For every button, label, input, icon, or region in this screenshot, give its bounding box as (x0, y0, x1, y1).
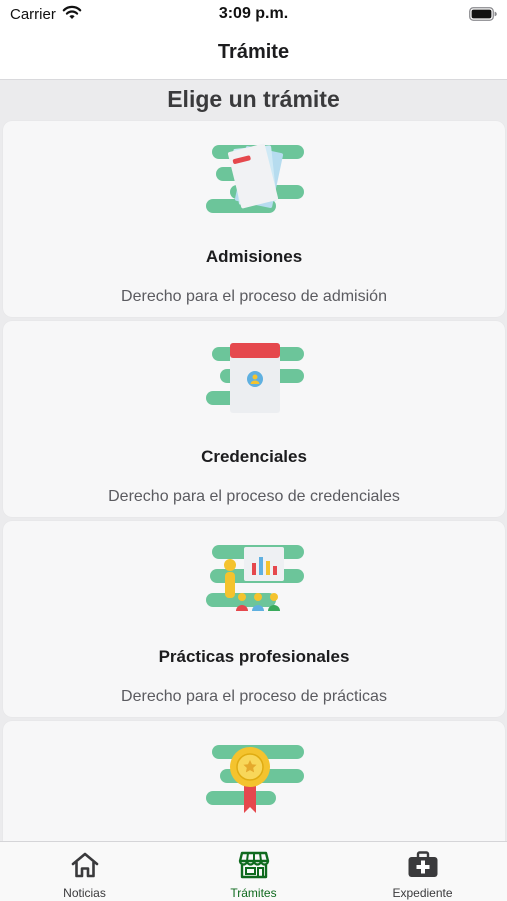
card-admisiones[interactable]: Admisiones Derecho para el proceso de ad… (3, 121, 505, 317)
tab-bar: Noticias Trámites Expediente (0, 841, 507, 901)
tab-label: Trámites (230, 886, 277, 900)
presentation-icon (200, 541, 304, 617)
card-description: Derecho para el proceso de credenciales (108, 488, 400, 505)
navigation-bar: Trámite (0, 30, 507, 80)
medical-briefcase-icon (407, 851, 439, 884)
status-bar: Carrier 3:09 p.m. (0, 0, 507, 30)
battery-icon (469, 7, 497, 26)
tramites-list[interactable]: Elige un trámite Admisiones Derecho para… (0, 80, 507, 841)
card-credenciales[interactable]: Credenciales Derecho para el proceso de … (3, 321, 505, 517)
tab-label: Noticias (63, 886, 106, 900)
award-ribbon-icon (200, 741, 304, 817)
card-title: Credenciales (201, 447, 307, 466)
card-description: Derecho para el proceso de admisión (121, 288, 387, 305)
documents-icon (200, 141, 304, 217)
id-card-icon (200, 341, 304, 417)
tab-label: Expediente (392, 886, 453, 900)
card-title: Admisiones (205, 247, 303, 266)
tab-expediente[interactable]: Expediente (338, 842, 507, 901)
tab-tramites[interactable]: Trámites (169, 842, 338, 901)
card-award[interactable] (3, 721, 505, 841)
card-title: Prácticas profesionales (158, 647, 350, 666)
tab-noticias[interactable]: Noticias (0, 842, 169, 901)
store-icon (238, 851, 270, 884)
section-title: Elige un trámite (167, 86, 340, 112)
page-title: Trámite (217, 41, 290, 63)
card-description: Derecho para el proceso de prácticas (121, 688, 387, 705)
card-practicas-profesionales[interactable]: Prácticas profesionales Derecho para el … (3, 521, 505, 717)
home-icon (70, 851, 100, 884)
status-time: 3:09 p.m. (218, 5, 289, 22)
